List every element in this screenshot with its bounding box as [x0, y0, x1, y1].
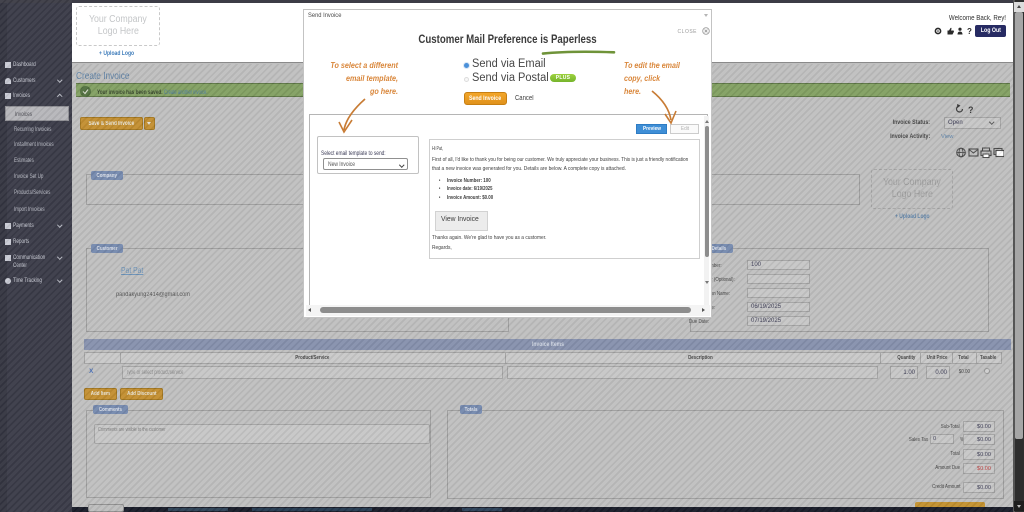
svg-text:?: ? — [968, 105, 974, 114]
svg-text:?: ? — [967, 27, 972, 35]
